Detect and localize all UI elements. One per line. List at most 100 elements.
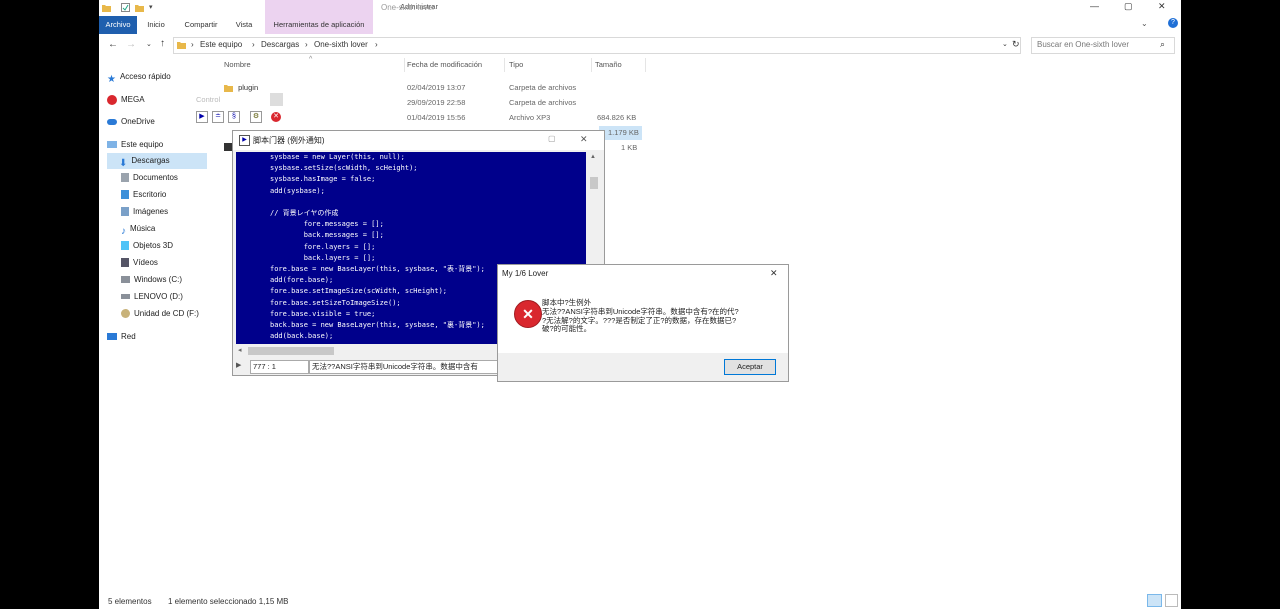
up-icon[interactable]: ↑ (160, 38, 165, 49)
scroll-left-icon[interactable]: ◂ (238, 346, 242, 354)
scroll-up-icon[interactable]: ▲ (590, 154, 596, 160)
ribbon-tabs: Archivo Inicio Compartir Vista Herramien… (99, 16, 1181, 35)
step-icon[interactable]: ≐ (212, 111, 224, 123)
file-size: 1.179 KB (608, 128, 639, 137)
sidebar-item-este-equipo[interactable]: Este equipo (107, 137, 207, 153)
mega-icon (107, 94, 117, 105)
sidebar-item-mega[interactable]: MEGA (107, 92, 207, 108)
sidebar-item-escritorio[interactable]: Escritorio (107, 187, 207, 203)
file-type: Carpeta de archivos (509, 98, 577, 107)
new-folder-icon[interactable] (135, 3, 144, 12)
cloud-icon (107, 118, 117, 125)
overlay-control-swatch[interactable] (270, 93, 283, 106)
large-icons-view-icon[interactable] (1165, 594, 1178, 607)
file-size: 684.826 KB (597, 113, 637, 122)
error-icon: ✕ (514, 300, 542, 328)
folder-icon (102, 5, 111, 12)
close-button[interactable]: ✕ (580, 134, 588, 145)
refresh-icon[interactable]: ↻ (1012, 39, 1020, 50)
trace-icon[interactable]: § (228, 111, 240, 123)
stop-icon[interactable]: ✕ (271, 112, 281, 122)
sidebar-item-descargas[interactable]: ⬇ Descargas (107, 153, 207, 169)
file-type: Carpeta de archivos (509, 83, 577, 92)
file-date: 29/09/2019 22:58 (407, 98, 466, 107)
address-dropdown-icon[interactable]: ⌄ (1002, 40, 1008, 48)
recent-locations-icon[interactable]: ⌄ (146, 40, 152, 48)
drive-icon (121, 294, 130, 300)
help-icon[interactable]: ? (1168, 18, 1178, 28)
code-line: // 背景レイヤの作成 (270, 209, 339, 218)
code-line: add(sysbase); (270, 186, 325, 195)
status-selection: 1 elemento seleccionado 1,15 MB (168, 597, 289, 606)
search-box[interactable]: Buscar en One-sixth lover ⌕ (1031, 37, 1175, 54)
sidebar-item-windows-c[interactable]: Windows (C:) (107, 272, 207, 288)
debug-icon[interactable]: ⚙ (250, 111, 262, 123)
scroll-thumb[interactable] (248, 347, 334, 355)
breadcrumb-separator: › (305, 40, 308, 49)
minimize-button[interactable]: — (1090, 1, 1099, 11)
column-header-tipo[interactable]: Tipo (509, 60, 523, 69)
search-input[interactable]: Buscar en One-sixth lover (1037, 40, 1129, 49)
sidebar-item-documentos[interactable]: Documentos (107, 170, 207, 186)
code-line: back.layers = []; (270, 253, 376, 262)
file-type: Archivo XP3 (509, 113, 551, 122)
sidebar-item-imagenes[interactable]: Imágenes (107, 204, 207, 220)
close-button[interactable]: ✕ (770, 268, 778, 279)
cd-drive-icon (121, 309, 130, 319)
code-line: sysbase = new Layer(this, null); (270, 153, 405, 161)
tab-herramientas-aplicacion[interactable]: Herramientas de aplicación (265, 16, 373, 34)
customize-toolbar-icon[interactable]: ▾ (149, 3, 153, 11)
tab-archivo[interactable]: Archivo (99, 16, 137, 34)
music-icon: ♪ (121, 226, 126, 238)
breadcrumb-este-equipo[interactable]: Este equipo (200, 40, 242, 49)
sidebar-item-red[interactable]: Red (107, 329, 207, 345)
sidebar-item-videos[interactable]: Vídeos (107, 255, 207, 271)
column-header-fecha[interactable]: Fecha de modificación (407, 60, 482, 69)
maximize-button[interactable]: ▢ (1124, 1, 1133, 12)
column-header-tamano[interactable]: Tamaño (595, 60, 622, 69)
maximize-button[interactable]: ▢ (548, 134, 556, 143)
tab-inicio[interactable]: Inicio (141, 16, 171, 34)
scroll-thumb[interactable] (590, 177, 598, 189)
column-header-nombre[interactable]: Nombre (224, 60, 251, 69)
column-divider[interactable] (591, 58, 592, 72)
drive-icon (121, 276, 130, 284)
run-icon[interactable]: ▶ (236, 361, 241, 369)
navigation-bar: ← → ⌄ ↑ › Este equipo › Descargas › One-… (99, 34, 1181, 56)
address-box[interactable]: › Este equipo › Descargas › One-sixth lo… (173, 37, 1021, 54)
exception-status-message: 无法??ANSI字符串到Unicode字符串。数据中含有 (309, 360, 505, 374)
sidebar-item-onedrive[interactable]: OneDrive (107, 114, 207, 130)
code-line: fore.layers = []; (270, 242, 376, 251)
back-icon[interactable]: ← (108, 39, 118, 50)
play-icon[interactable]: ▶ (196, 111, 208, 123)
desktop-icon (121, 190, 129, 200)
sort-arrow-icon: ^ (309, 56, 313, 63)
sidebar-item-acceso-rapido[interactable]: ★ Acceso rápido (107, 69, 207, 85)
cursor-position: 777 : 1 (250, 360, 309, 374)
close-button[interactable]: ✕ (1158, 1, 1166, 12)
accept-button[interactable]: Aceptar (724, 359, 776, 375)
table-row[interactable]: plugin (224, 81, 258, 95)
sidebar-item-unidad-cd-f[interactable]: Unidad de CD (F:) (107, 306, 207, 322)
column-divider[interactable] (645, 58, 646, 72)
properties-icon[interactable] (121, 3, 130, 12)
column-divider[interactable] (404, 58, 405, 72)
horizontal-scrollbar[interactable]: ◂ (236, 345, 498, 357)
sidebar-item-objetos-3d[interactable]: Objetos 3D (107, 238, 207, 254)
sidebar-item-lenovo-d[interactable]: LENOVO (D:) (107, 289, 207, 305)
status-item-count: 5 elementos (108, 597, 152, 606)
search-icon[interactable]: ⌕ (1160, 39, 1165, 50)
column-divider[interactable] (504, 58, 505, 72)
overlay-control-label: Control (196, 95, 221, 104)
details-view-icon[interactable] (1147, 594, 1162, 607)
tab-compartir[interactable]: Compartir (179, 16, 223, 34)
folder-icon (224, 85, 233, 93)
expand-ribbon-icon[interactable]: ⌄ (1141, 19, 1148, 28)
forward-icon[interactable]: → (126, 39, 136, 50)
file-thumbnail-icon (224, 143, 232, 151)
sidebar-item-musica[interactable]: ♪ Música (107, 221, 207, 237)
breadcrumb-one-sixth-lover[interactable]: One-sixth lover (314, 40, 368, 49)
breadcrumb-descargas[interactable]: Descargas (261, 40, 299, 49)
tab-vista[interactable]: Vista (229, 16, 259, 34)
